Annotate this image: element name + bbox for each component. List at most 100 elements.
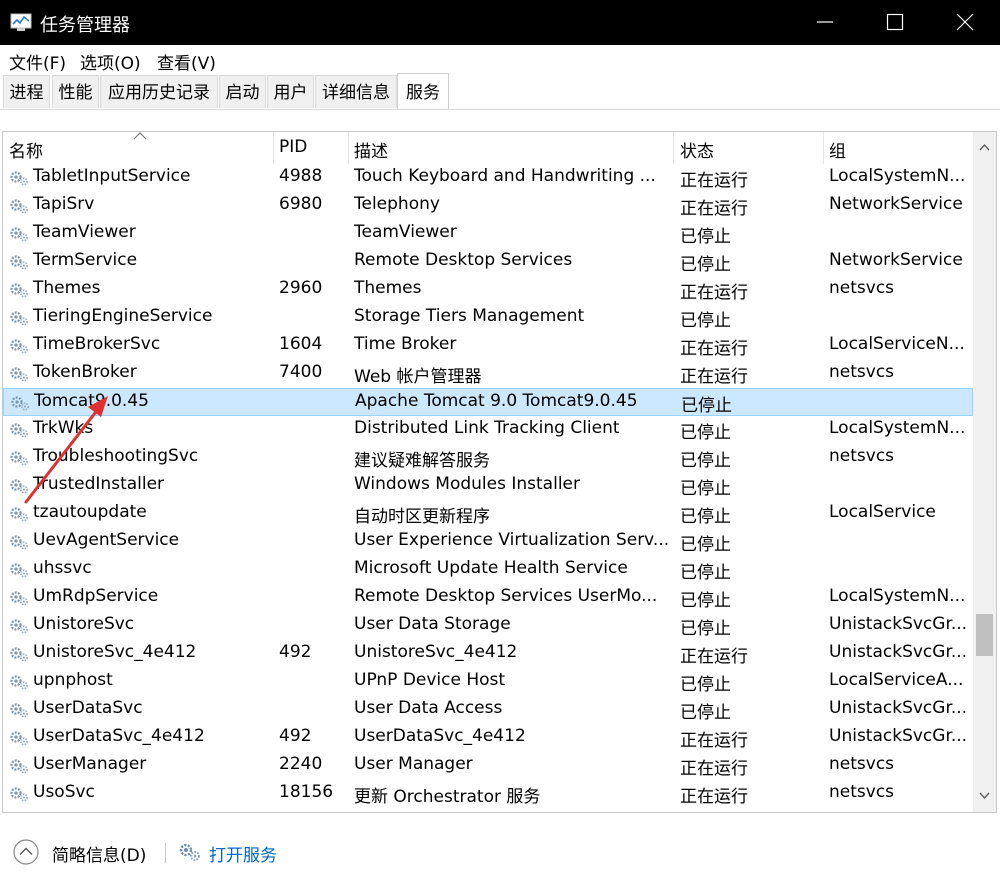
table-row[interactable]: UevAgentService User Experience Virtualiz… bbox=[3, 528, 973, 556]
table-row[interactable]: TrkWks Distributed Link Tracking Client 已停… bbox=[3, 416, 973, 444]
table-row[interactable]: TapiSrv 6980 Telephony 正在运行 NetworkService bbox=[3, 192, 973, 220]
tab-app-history[interactable]: 应用历史记录 bbox=[100, 75, 218, 108]
menu-file[interactable]: 文件(F) bbox=[9, 49, 66, 74]
column-header-description[interactable]: 描述 bbox=[354, 137, 388, 162]
service-status: 已停止 bbox=[680, 423, 731, 443]
service-group: UnistackSvcGr... bbox=[829, 726, 968, 746]
service-status: 正在运行 bbox=[680, 171, 748, 191]
scroll-up-button[interactable] bbox=[973, 132, 996, 164]
menu-options[interactable]: 选项(O) bbox=[80, 49, 141, 74]
table-row[interactable]: TrustedInstaller Windows Modules Installe… bbox=[3, 472, 973, 500]
table-row[interactable]: Tomcat9.0.45 Apache Tomcat 9.0 Tomcat9.0.… bbox=[3, 388, 973, 416]
gear-service-icon bbox=[10, 227, 29, 242]
close-button[interactable] bbox=[930, 0, 1000, 45]
gear-service-icon bbox=[11, 396, 30, 411]
service-description: UserDataSvc_4e412 bbox=[354, 726, 526, 746]
tab-processes[interactable]: 进程 bbox=[3, 75, 50, 108]
tab-details[interactable]: 详细信息 bbox=[315, 75, 397, 108]
service-name: UsoSvc bbox=[33, 782, 95, 802]
service-pid: 2240 bbox=[279, 754, 323, 774]
tab-bar: 进程 性能 应用历史记录 启动 用户 详细信息 服务 bbox=[0, 73, 1000, 110]
table-row[interactable]: Themes 2960 Themes 正在运行 netsvcs bbox=[3, 276, 973, 304]
tab-performance[interactable]: 性能 bbox=[52, 75, 99, 108]
service-description: Touch Keyboard and Handwriting ... bbox=[354, 166, 656, 186]
service-group: UnistackSvcGr... bbox=[829, 642, 968, 662]
sort-ascending-icon bbox=[133, 132, 147, 140]
column-divider[interactable] bbox=[673, 132, 674, 164]
gear-service-icon bbox=[10, 563, 29, 578]
table-row[interactable]: upnphost UPnP Device Host 已停止 LocalServiceA… bbox=[3, 668, 973, 696]
tab-startup[interactable]: 启动 bbox=[219, 75, 266, 108]
gear-service-icon bbox=[10, 759, 29, 774]
service-name: TrkWks bbox=[33, 418, 94, 438]
service-group: netsvcs bbox=[829, 782, 895, 802]
service-group: netsvcs bbox=[829, 754, 895, 774]
service-name: TroubleshootingSvc bbox=[33, 446, 199, 466]
service-name: UnistoreSvc bbox=[33, 614, 135, 634]
service-name: UnistoreSvc_4e412 bbox=[33, 642, 197, 662]
gear-service-icon bbox=[10, 283, 29, 298]
table-row[interactable]: UserDataSvc_4e412 492 UserDataSvc_4e412 正在运… bbox=[3, 724, 973, 752]
service-description: Themes bbox=[354, 278, 422, 298]
table-row[interactable]: tzautoupdate 自动时区更新程序 已停止 LocalService bbox=[3, 500, 973, 528]
maximize-button[interactable] bbox=[860, 0, 930, 45]
service-name: UmRdpService bbox=[33, 586, 159, 606]
table-row[interactable]: UnistoreSvc User Data Storage 已停止 UnistackS… bbox=[3, 612, 973, 640]
service-description: User Manager bbox=[354, 754, 473, 774]
open-services-link[interactable]: 打开服务 bbox=[209, 841, 277, 866]
column-header-name[interactable]: 名称 bbox=[9, 137, 43, 162]
column-header-status[interactable]: 状态 bbox=[680, 137, 714, 162]
fewer-details-button[interactable]: 简略信息(D) bbox=[52, 841, 146, 866]
service-description: Storage Tiers Management bbox=[354, 306, 585, 326]
service-name: TeamViewer bbox=[33, 222, 136, 242]
table-row[interactable]: TimeBrokerSvc 1604 Time Broker 正在运行 LocalSer… bbox=[3, 332, 973, 360]
services-list: TabletInputService 4988 Touch Keyboard and… bbox=[3, 164, 973, 812]
service-name: UserManager bbox=[33, 754, 147, 774]
chevron-up-circle-icon[interactable] bbox=[13, 839, 39, 865]
menu-view[interactable]: 查看(V) bbox=[157, 49, 216, 74]
table-row[interactable]: TabletInputService 4988 Touch Keyboard and… bbox=[3, 164, 973, 192]
tab-services[interactable]: 服务 bbox=[397, 73, 449, 109]
gear-service-icon bbox=[10, 311, 29, 326]
table-row[interactable]: TokenBroker 7400 Web 帐户管理器 正在运行 netsvcs bbox=[3, 360, 973, 388]
column-divider[interactable] bbox=[823, 132, 824, 164]
service-name: TermService bbox=[33, 250, 138, 270]
service-pid: 4988 bbox=[279, 166, 323, 186]
service-group: LocalSystemN... bbox=[829, 418, 966, 438]
title-bar: 任务管理器 bbox=[0, 0, 1000, 45]
gear-service-icon bbox=[10, 199, 29, 214]
service-name: tzautoupdate bbox=[33, 502, 147, 522]
service-name: TokenBroker bbox=[33, 362, 137, 382]
table-row[interactable]: TeamViewer TeamViewer 已停止 bbox=[3, 220, 973, 248]
gear-service-icon bbox=[10, 255, 29, 270]
service-status: 已停止 bbox=[680, 563, 731, 583]
service-description: Telephony bbox=[354, 194, 440, 214]
table-row[interactable]: UsoSvc 18156 更新 Orchestrator 服务 正在运行 netsvcs bbox=[3, 780, 973, 808]
service-status: 正在运行 bbox=[680, 367, 748, 387]
table-row[interactable]: TermService Remote Desktop Services 已停止 Net… bbox=[3, 248, 973, 276]
table-row[interactable]: TroubleshootingSvc 建议疑难解答服务 已停止 netsvcs bbox=[3, 444, 973, 472]
tab-users[interactable]: 用户 bbox=[267, 75, 314, 108]
gear-service-icon bbox=[10, 339, 29, 354]
table-row[interactable]: TieringEngineService Storage Tiers Manage… bbox=[3, 304, 973, 332]
table-row[interactable]: UmRdpService Remote Desktop Services User… bbox=[3, 584, 973, 612]
footer-separator bbox=[165, 843, 166, 863]
minimize-button[interactable] bbox=[790, 0, 860, 45]
column-divider[interactable] bbox=[348, 132, 349, 164]
scroll-thumb[interactable] bbox=[976, 614, 993, 656]
column-divider[interactable] bbox=[273, 132, 274, 164]
service-description: Distributed Link Tracking Client bbox=[354, 418, 620, 438]
service-pid: 492 bbox=[279, 726, 312, 746]
table-row[interactable]: UserDataSvc User Data Access 已停止 UnistackSv… bbox=[3, 696, 973, 724]
vertical-scrollbar[interactable] bbox=[973, 132, 996, 812]
table-row[interactable]: uhssvc Microsoft Update Health Service 已停止 bbox=[3, 556, 973, 584]
footer-bar: 简略信息(D) 打开服务 bbox=[0, 813, 1000, 890]
table-row[interactable]: UnistoreSvc_4e412 492 UnistoreSvc_4e412 正在运… bbox=[3, 640, 973, 668]
column-header-pid[interactable]: PID bbox=[279, 137, 307, 157]
column-header-group[interactable]: 组 bbox=[829, 137, 846, 162]
service-status: 已停止 bbox=[680, 311, 731, 331]
scroll-down-button[interactable] bbox=[973, 780, 996, 812]
service-status: 已停止 bbox=[680, 451, 731, 471]
service-status: 已停止 bbox=[680, 703, 731, 723]
table-row[interactable]: UserManager 2240 User Manager 正在运行 netsvcs bbox=[3, 752, 973, 780]
